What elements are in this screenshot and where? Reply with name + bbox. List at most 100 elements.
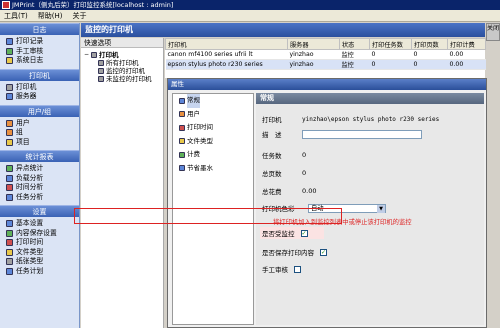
sidebar-item-label: 内容保存设置	[16, 228, 57, 237]
printer-icon	[98, 60, 104, 66]
dialog-nav-print-time[interactable]: 打印时间	[173, 121, 253, 135]
menu-tools[interactable]: 工具(T)	[4, 11, 28, 21]
printer-icon	[91, 52, 98, 58]
sidebar-section-title[interactable]: 设置	[0, 205, 79, 217]
sidebar-section-title[interactable]: 用户/组	[0, 104, 79, 117]
sidebar-item-time-analysis[interactable]: 时间分析	[6, 183, 79, 193]
stats-icon	[6, 165, 13, 173]
column-header-printer[interactable]: 打印机	[165, 38, 288, 50]
table-cell: canon mf4100 series ufrii lt	[165, 49, 288, 60]
printer-label: 打印机	[262, 116, 282, 124]
sidebar-section-title[interactable]: 统计报表	[0, 150, 79, 162]
tree-item-all-printers[interactable]: 所有打印机	[84, 59, 163, 67]
table-cell: 0.00	[447, 49, 486, 60]
sidebar-item-printer[interactable]: 打印机	[6, 83, 79, 93]
tree-root-printers[interactable]: − 打印机	[84, 51, 163, 59]
quick-options-pane: 快速选项 − 打印机 所有打印机 监控的打印机 未监控的打印机	[81, 38, 164, 328]
sidebar-item-paper-type[interactable]: 纸张类型	[6, 257, 79, 267]
print-log-icon	[6, 38, 13, 46]
sidebar-section-title[interactable]: 日志	[0, 23, 79, 35]
column-header-server[interactable]: 服务器	[287, 38, 340, 50]
menu-about[interactable]: 关于	[72, 11, 86, 21]
column-header-cost[interactable]: 打印计费	[447, 38, 486, 50]
chevron-down-icon[interactable]: ▼	[377, 204, 385, 213]
dialog-nav-file-type[interactable]: 文件类型	[173, 135, 253, 149]
sidebar-item-system-log[interactable]: 系统日志	[6, 56, 79, 66]
sidebar-item-basic-settings[interactable]: 基本设置	[6, 219, 79, 229]
window-titlebar: JMPrint（侧丸后荣）打印监控系统[localhost : admin]	[0, 0, 500, 10]
dialog-nav-user[interactable]: 用户	[173, 108, 253, 122]
sidebar-item-label: 打印机	[16, 82, 37, 91]
tree-item-unmonitored-printers[interactable]: 未监控的打印机	[84, 75, 163, 83]
file-type-icon	[179, 138, 185, 145]
sidebar-section-reports: 统计报表 异点统计 负载分析 时间分析 任务分析	[0, 150, 79, 205]
sidebar-item-project[interactable]: 项目	[6, 138, 79, 148]
save-content-checkbox[interactable]: ✓	[320, 248, 327, 256]
manual-review-checkbox[interactable]	[294, 265, 301, 273]
content-save-icon	[6, 229, 13, 237]
sidebar-item-label: 基本设置	[16, 219, 44, 227]
dialog-nav-label: 用户	[187, 109, 200, 118]
sidebar-item-task-schedule[interactable]: 任务计划	[6, 267, 79, 277]
monitored-label: 是否受监控	[262, 230, 295, 238]
panel-title: 常规	[256, 93, 484, 104]
dialog-nav-label: 节省墨水	[187, 163, 213, 172]
dialog-nav-label: 常规	[187, 94, 200, 108]
tree-item-monitored-printers[interactable]: 监控的打印机	[84, 67, 163, 75]
sidebar-item-label: 组	[16, 128, 23, 136]
sidebar-item-load-analysis[interactable]: 负载分析	[6, 174, 79, 184]
column-header-page-count[interactable]: 打印页数	[411, 38, 448, 50]
sidebar-section-log: 日志 打印记录 手工审核 系统日志	[0, 23, 79, 69]
sidebar-item-server[interactable]: 服务器	[6, 92, 79, 102]
dialog-nav-save-ink[interactable]: 节省墨水	[173, 162, 253, 176]
table-row[interactable]: canon mf4100 series ufrii lt yinzhao 监控 …	[165, 49, 486, 60]
sidebar-item-label: 任务分析	[16, 192, 44, 201]
sidebar-item-group[interactable]: 组	[6, 128, 79, 138]
menu-help[interactable]: 帮助(H)	[38, 11, 63, 21]
sidebar-item-label: 文件类型	[16, 247, 44, 256]
window-title: JMPrint（侧丸后荣）打印监控系统[localhost : admin]	[12, 1, 174, 9]
print-time-icon	[179, 124, 185, 131]
column-header-task-count[interactable]: 打印任务数	[369, 38, 412, 50]
print-time-icon	[6, 239, 13, 247]
sidebar-item-manual-review[interactable]: 手工审核	[6, 47, 79, 57]
general-icon	[179, 97, 185, 104]
manual-review-icon	[6, 47, 13, 55]
sidebar-item-label: 手工审核	[16, 46, 44, 55]
monitored-checkbox[interactable]: ✓	[300, 229, 308, 237]
project-icon	[6, 138, 13, 146]
sidebar-item-user[interactable]: 用户	[6, 119, 79, 129]
dialog-title: 属性	[168, 79, 486, 90]
cost-row: 总花费 0.00	[262, 186, 316, 196]
basic-settings-icon	[6, 220, 13, 228]
manual-review-row: 手工审核	[262, 264, 301, 274]
dialog-nav-general[interactable]: 常规	[173, 94, 253, 108]
description-label: 描 述	[262, 131, 282, 139]
description-input[interactable]	[302, 129, 422, 139]
app-icon	[2, 1, 10, 9]
description-row: 描 述	[262, 129, 422, 139]
sidebar-item-file-type[interactable]: 文件类型	[6, 248, 79, 258]
sidebar-item-stats[interactable]: 异点统计	[6, 164, 79, 174]
close-button[interactable]: 关闭	[486, 23, 500, 41]
dialog-nav-billing[interactable]: 计费	[173, 148, 253, 162]
column-header-status[interactable]: 状态	[339, 38, 370, 50]
sidebar-item-content-save[interactable]: 内容保存设置	[6, 229, 79, 239]
sidebar-item-print-time[interactable]: 打印时间	[6, 238, 79, 248]
sidebar-item-label: 打印时间	[16, 238, 44, 246]
save-content-label: 是否保存打印内容	[262, 249, 314, 257]
manual-review-label: 手工审核	[262, 266, 288, 274]
table-cell: 监控	[339, 59, 370, 70]
sidebar-item-label: 任务计划	[16, 266, 44, 275]
sidebar-item-task-analysis[interactable]: 任务分析	[6, 193, 79, 203]
collapse-icon[interactable]: −	[84, 51, 89, 59]
task-analysis-icon	[6, 193, 13, 201]
menu-bar: 工具(T) 帮助(H) 关于	[0, 10, 500, 22]
annotation-text: 将打印机加入到监控列表中或停止该打印机的监控	[273, 219, 412, 226]
table-row[interactable]: epson stylus photo r230 series yinzhao 监…	[165, 59, 486, 70]
save-content-row: 是否保存打印内容 ✓	[262, 247, 327, 257]
pages-value: 0	[302, 169, 307, 177]
sidebar-section-title[interactable]: 打印机	[0, 68, 79, 81]
sidebar-item-print-log[interactable]: 打印记录	[6, 37, 79, 47]
sidebar-section-users: 用户/组 用户 组 项目	[0, 104, 79, 151]
